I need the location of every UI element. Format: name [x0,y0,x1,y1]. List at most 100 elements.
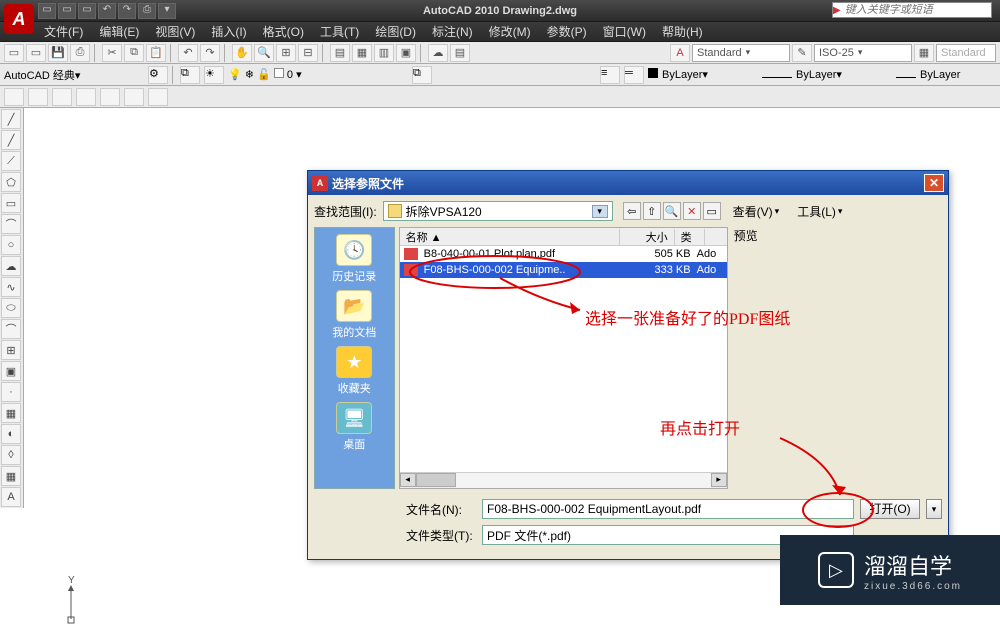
vp-named-icon[interactable] [100,88,120,106]
zoom-window-icon[interactable]: ⊞ [276,44,296,62]
lookin-combo[interactable]: 拆除VPSA120 ▾ [383,201,613,221]
qcalc-icon[interactable]: ▤ [450,44,470,62]
app-logo[interactable]: A [4,4,34,34]
dialog-titlebar[interactable]: A 选择参照文件 ✕ [308,171,948,195]
menu-modify[interactable]: 修改(M) [483,23,537,40]
markup-icon[interactable]: ☁ [428,44,448,62]
file-row[interactable]: B8-040-00-01 Plot plan.pdf 505 KB Ado [400,246,727,262]
scroll-left-icon[interactable]: ◂ [400,473,416,487]
sheetset-icon[interactable]: ▣ [396,44,416,62]
open-icon[interactable]: ▭ [26,44,46,62]
circle-icon[interactable]: ○ [1,235,21,255]
menu-parametric[interactable]: 参数(P) [541,23,593,40]
text-style-combo[interactable]: Standard▾ [692,44,790,62]
point-icon[interactable]: · [1,382,21,402]
copy-icon[interactable]: ⧉ [124,44,144,62]
dimstyle-icon[interactable]: ✎ [792,44,812,62]
hscrollbar[interactable]: ◂ ▸ [400,472,727,488]
mtext-icon[interactable]: A [1,487,21,507]
plot-icon[interactable]: ⎙ [70,44,90,62]
vp-single-icon[interactable] [4,88,24,106]
menu-tools[interactable]: 工具(T) [314,23,365,40]
filename-input[interactable]: F08-BHS-000-002 EquipmentLayout.pdf [482,499,854,519]
menu-dimension[interactable]: 标注(N) [426,23,479,40]
workspace-combo[interactable]: AutoCAD 经典▾ [4,67,144,83]
ellipsearc-icon[interactable]: ⌒ [1,319,21,339]
qat-new-icon[interactable]: ▭ [38,3,56,19]
redo2-icon[interactable]: ↷ [200,44,220,62]
delete-icon[interactable]: ✕ [683,202,701,220]
vp-join-icon[interactable] [124,88,144,106]
col-size[interactable]: 大小 [620,229,675,245]
col-type[interactable]: 类 [675,229,705,245]
spline-icon[interactable]: ∿ [1,277,21,297]
place-desktop[interactable]: 🖥桌面 [319,402,389,452]
pline-icon[interactable]: ⟋ [1,151,21,171]
dialog-tools-button[interactable]: 工具(L)▾ [791,203,848,220]
menu-insert[interactable]: 插入(I) [205,23,252,40]
workspace-settings-icon[interactable]: ⚙ [148,66,168,84]
vp-clip-icon[interactable] [148,88,168,106]
lweight-icon[interactable]: ═ [624,66,644,84]
menu-view[interactable]: 视图(V) [149,23,201,40]
col-name[interactable]: 名称 ▲ [400,229,620,245]
ellipse-icon[interactable]: ⬭ [1,298,21,318]
layerstate-icon[interactable]: ⧉ [412,66,432,84]
arc-icon[interactable]: ⌒ [1,214,21,234]
scroll-thumb[interactable] [416,473,456,487]
file-list[interactable]: 名称 ▲ 大小 类 B8-040-00-01 Plot plan.pdf 505… [399,227,728,489]
qat-redo-icon[interactable]: ↷ [118,3,136,19]
menu-edit[interactable]: 编辑(E) [93,23,145,40]
xline-icon[interactable]: ╱ [1,130,21,150]
pan-icon[interactable]: ✋ [232,44,252,62]
zoom-prev-icon[interactable]: ⊟ [298,44,318,62]
open-dropdown-icon[interactable]: ▾ [926,499,942,519]
qat-undo-icon[interactable]: ↶ [98,3,116,19]
color-combo[interactable]: ByLayer▾ [648,68,758,81]
new-icon[interactable]: ▭ [4,44,24,62]
vp-two-icon[interactable] [28,88,48,106]
menu-format[interactable]: 格式(O) [257,23,310,40]
lineweight-combo[interactable]: ByLayer [896,69,976,81]
zoom-icon[interactable]: 🔍 [254,44,274,62]
chevron-down-icon[interactable]: ▾ [592,205,608,218]
search-web-icon[interactable]: 🔍 [663,202,681,220]
block-icon[interactable]: ▣ [1,361,21,381]
qat-print-icon[interactable]: ⎙ [138,3,156,19]
rectangle-icon[interactable]: ▭ [1,193,21,213]
polygon-icon[interactable]: ⬠ [1,172,21,192]
layer-combo[interactable]: 💡 ❄ 🔓 0 ▾ [228,68,408,81]
menu-draw[interactable]: 绘图(D) [369,23,422,40]
vp-three-icon[interactable] [52,88,72,106]
menu-file[interactable]: 文件(F) [38,23,89,40]
qat-save-icon[interactable]: ▭ [78,3,96,19]
insert-icon[interactable]: ⊞ [1,340,21,360]
undo2-icon[interactable]: ↶ [178,44,198,62]
menu-window[interactable]: 窗口(W) [597,23,652,40]
close-icon[interactable]: ✕ [924,174,944,192]
qat-more-icon[interactable]: ▾ [158,3,176,19]
search-input[interactable] [841,4,991,16]
cut-icon[interactable]: ✂ [102,44,122,62]
vp-four-icon[interactable] [76,88,96,106]
views-button[interactable]: 查看(V)▾ [727,203,786,220]
textstyle-icon[interactable]: A [670,44,690,62]
designcenter-icon[interactable]: ▦ [352,44,372,62]
qat-open-icon[interactable]: ▭ [58,3,76,19]
file-row-selected[interactable]: F08-BHS-000-002 Equipme.. 333 KB Ado [400,262,727,278]
file-list-header[interactable]: 名称 ▲ 大小 类 [400,228,727,246]
line-icon[interactable]: ╱ [1,109,21,129]
gradient-icon[interactable]: ◐ [1,424,21,444]
back-icon[interactable]: ⇦ [623,202,641,220]
place-favorites[interactable]: ★收藏夹 [319,346,389,396]
save-icon[interactable]: 💾 [48,44,68,62]
newfolder-icon[interactable]: ▭ [703,202,721,220]
place-history[interactable]: 🕓历史记录 [319,234,389,284]
tablestyle-icon[interactable]: ▦ [914,44,934,62]
ltype-icon[interactable]: ≡ [600,66,620,84]
paste-icon[interactable]: 📋 [146,44,166,62]
place-mydocs[interactable]: 📂我的文档 [319,290,389,340]
properties-icon[interactable]: ▤ [330,44,350,62]
menu-help[interactable]: 帮助(H) [656,23,709,40]
table-icon[interactable]: ▦ [1,466,21,486]
